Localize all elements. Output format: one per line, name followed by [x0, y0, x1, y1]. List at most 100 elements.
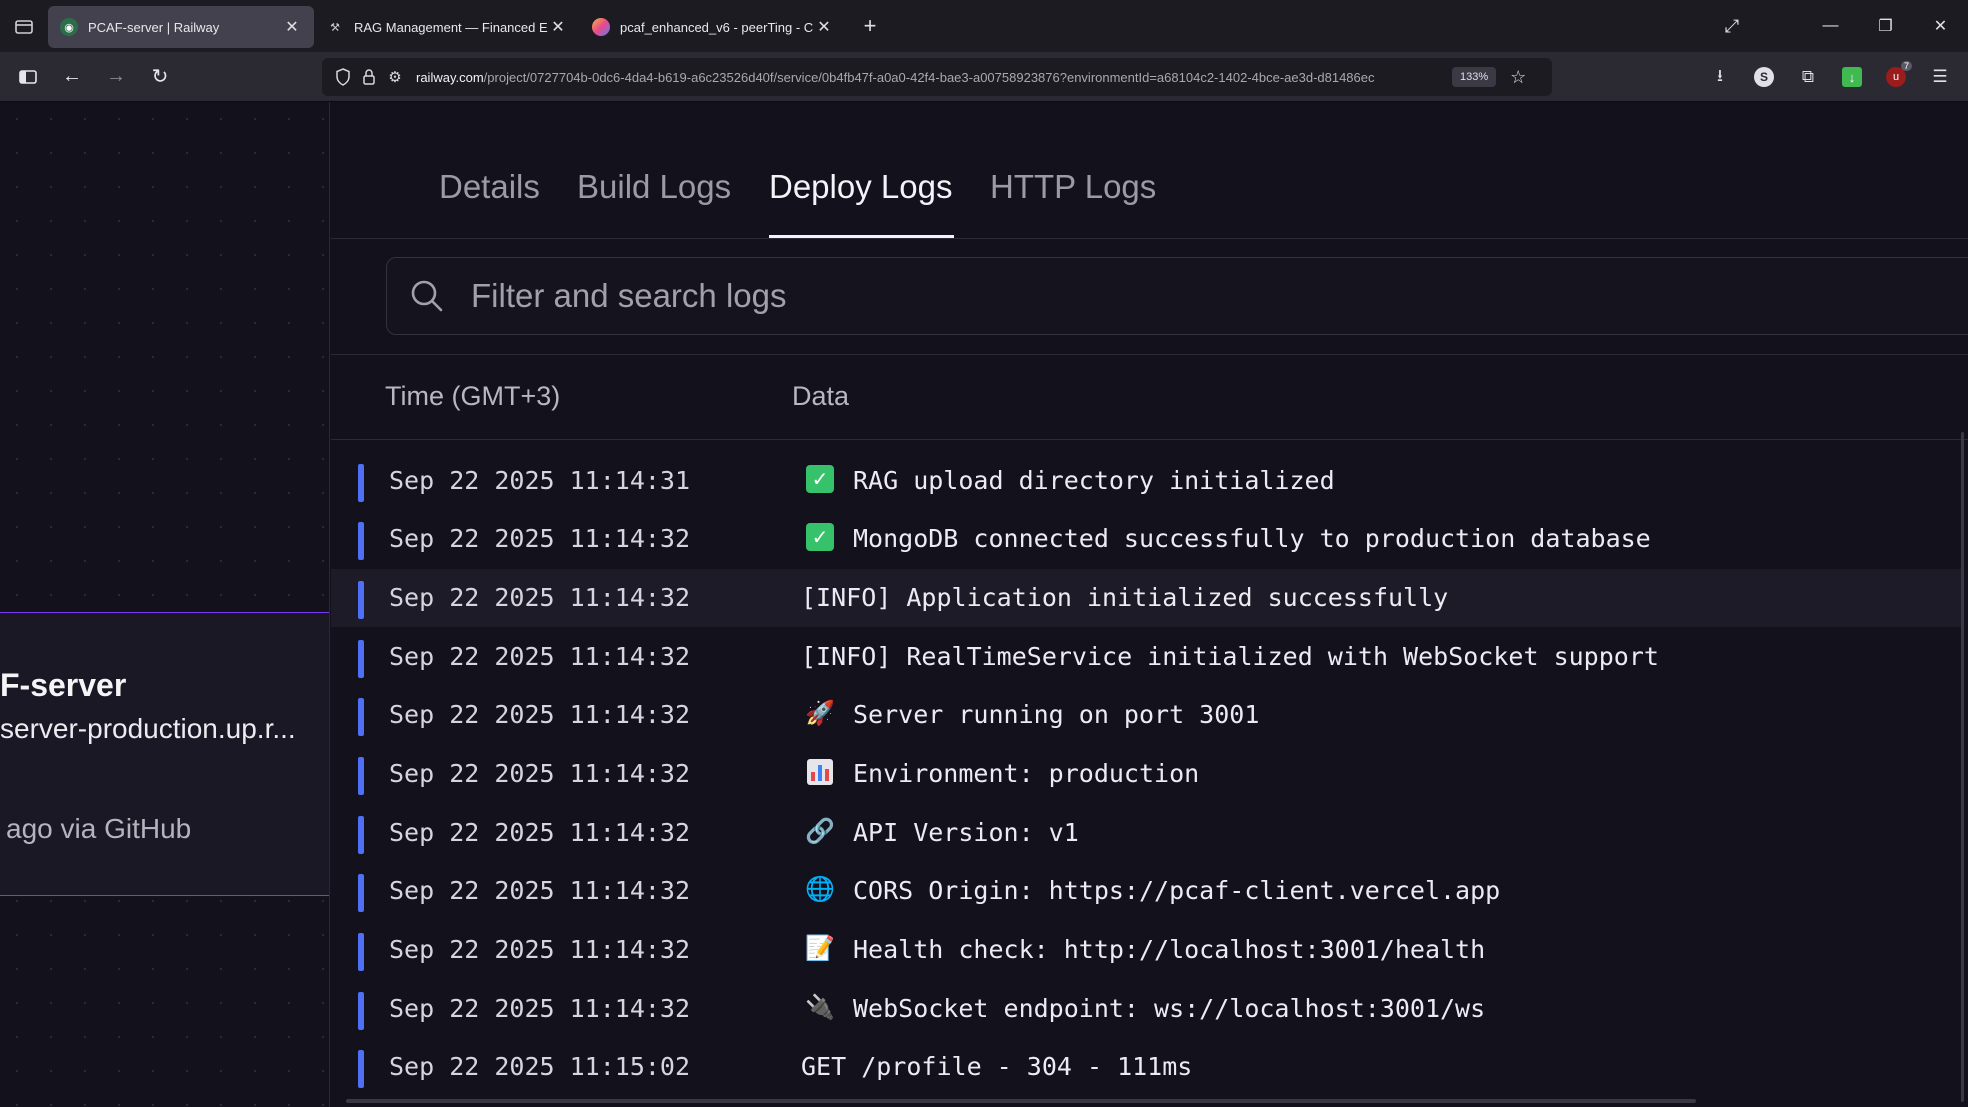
- log-row[interactable]: Sep 22 2025 11:14:32 📝 Health check: htt…: [331, 921, 1963, 979]
- log-level-bar: [358, 933, 364, 971]
- log-timestamp: Sep 22 2025 11:14:32: [389, 818, 691, 847]
- log-level-bar: [358, 581, 364, 619]
- browser-tab-pcaf-server[interactable]: ◉ PCAF-server | Railway ✕: [48, 6, 314, 48]
- deploy-info: ago via GitHub: [6, 813, 192, 844]
- download-icon[interactable]: ⭳: [1702, 59, 1738, 95]
- bar-chart-icon: [805, 755, 835, 789]
- account-icon[interactable]: S: [1746, 59, 1782, 95]
- column-header-time: Time (GMT+3): [385, 381, 561, 411]
- shield-icon[interactable]: [330, 68, 356, 86]
- log-timestamp: Sep 22 2025 11:14:32: [389, 935, 691, 964]
- window-controls: — ❐ ✕: [1803, 0, 1968, 52]
- bookmark-star-icon[interactable]: ☆: [1510, 67, 1526, 88]
- permissions-icon[interactable]: ⚙: [382, 68, 408, 86]
- log-row[interactable]: Sep 22 2025 11:14:31 ✓ RAG upload direct…: [331, 452, 1963, 510]
- zoom-level-badge[interactable]: 133%: [1452, 67, 1497, 87]
- search-icon: [409, 278, 445, 314]
- extensions-icon[interactable]: ⧉: [1790, 59, 1826, 95]
- rocket-icon: 🚀: [805, 699, 835, 727]
- log-level-bar: [358, 464, 364, 502]
- log-timestamp: Sep 22 2025 11:15:02: [389, 1052, 691, 1081]
- new-tab-button[interactable]: +: [852, 8, 888, 44]
- url-text[interactable]: railway.com/project/0727704b-0dc6-4da4-b…: [416, 70, 1446, 85]
- back-button[interactable]: ←: [52, 59, 92, 95]
- close-icon[interactable]: ✕: [282, 17, 302, 37]
- browser-tab-strip: ◉ PCAF-server | Railway ✕ ⚒ RAG Manageme…: [0, 0, 1968, 52]
- log-row[interactable]: Sep 22 2025 11:14:32 🚀 Server running on…: [331, 686, 1963, 744]
- column-header-data: Data: [792, 381, 850, 411]
- log-message: WebSocket endpoint: ws://localhost:3001/…: [853, 994, 1486, 1023]
- log-message: RAG upload directory initialized: [853, 466, 1335, 495]
- log-message: MongoDB connected successfully to produc…: [853, 524, 1651, 553]
- forward-button[interactable]: →: [96, 59, 136, 95]
- log-row[interactable]: Sep 22 2025 11:14:32 ✓ MongoDB connected…: [331, 510, 1963, 568]
- browser-tab-pcaf-enhanced[interactable]: pcaf_enhanced_v6 - peerTing - Chron ✕: [580, 6, 846, 48]
- log-timestamp: Sep 22 2025 11:14:32: [389, 700, 691, 729]
- tab-list-icon[interactable]: [0, 0, 48, 52]
- lock-icon[interactable]: [356, 68, 382, 86]
- log-level-bar: [358, 640, 364, 678]
- green-download-extension-icon[interactable]: ↓: [1834, 59, 1870, 95]
- railway-favicon-icon: ◉: [60, 18, 78, 36]
- reload-button[interactable]: ↻: [140, 59, 180, 95]
- ublock-extension-icon[interactable]: u7: [1878, 59, 1914, 95]
- service-url[interactable]: server-production.up.r...: [0, 713, 296, 745]
- log-level-bar: [358, 874, 364, 912]
- service-name: F-server: [0, 667, 127, 703]
- restore-button[interactable]: ❐: [1858, 0, 1913, 52]
- log-list[interactable]: Sep 22 2025 11:14:31 ✓ RAG upload direct…: [331, 440, 1968, 1100]
- extension-badge-count: 7: [1900, 61, 1912, 71]
- tab-deploy-logs[interactable]: Deploy Logs: [769, 168, 952, 206]
- log-timestamp: Sep 22 2025 11:14:32: [389, 583, 691, 612]
- minimize-button[interactable]: —: [1803, 0, 1858, 52]
- sidebar-toggle-icon[interactable]: [8, 59, 48, 95]
- link-icon: 🔗: [805, 817, 835, 845]
- tab-details[interactable]: Details: [439, 168, 540, 206]
- log-timestamp: Sep 22 2025 11:14:31: [389, 466, 691, 495]
- active-tab-indicator: [769, 235, 954, 238]
- log-level-bar: [358, 1050, 364, 1088]
- log-message: CORS Origin: https://pcaf-client.vercel.…: [853, 876, 1501, 905]
- log-level-bar: [358, 757, 364, 795]
- url-host: railway.com: [416, 69, 484, 85]
- log-row[interactable]: Sep 22 2025 11:14:32 🔗 API Version: v1: [331, 804, 1963, 862]
- log-table-header: Time (GMT+3) Data: [331, 354, 1968, 440]
- close-icon[interactable]: ✕: [548, 17, 568, 37]
- log-level-bar: [358, 992, 364, 1030]
- toolbar-right: ⭳ S ⧉ ↓ u7 ☰: [1702, 58, 1958, 96]
- log-row[interactable]: Sep 22 2025 11:14:32 Environment: produc…: [331, 745, 1963, 803]
- tab-title: pcaf_enhanced_v6 - peerTing - Chron: [620, 19, 814, 35]
- horizontal-scrollbar[interactable]: [346, 1099, 1696, 1103]
- check-icon: ✓: [805, 462, 835, 496]
- log-row[interactable]: Sep 22 2025 11:14:32 🔌 WebSocket endpoin…: [331, 980, 1963, 1038]
- browser-tab-rag-management[interactable]: ⚒ RAG Management — Financed Emissi ✕: [314, 6, 580, 48]
- tab-title: PCAF-server | Railway: [88, 19, 220, 35]
- tab-build-logs[interactable]: Build Logs: [577, 168, 731, 206]
- close-icon[interactable]: ✕: [814, 17, 834, 37]
- log-message: Environment: production: [853, 759, 1200, 788]
- log-row[interactable]: Sep 22 2025 11:15:02 GET /profile - 304 …: [331, 1038, 1963, 1096]
- url-path: /project/0727704b-0dc6-4da4-b619-a6c2352…: [483, 69, 1375, 85]
- search-input[interactable]: [471, 274, 1871, 318]
- log-timestamp: Sep 22 2025 11:14:32: [389, 642, 691, 671]
- log-row[interactable]: Sep 22 2025 11:14:32 [INFO] RealTimeServ…: [331, 628, 1963, 686]
- log-search-box[interactable]: [386, 257, 1968, 335]
- menu-icon[interactable]: ☰: [1922, 59, 1958, 95]
- url-bar[interactable]: ⚙ railway.com/project/0727704b-0dc6-4da4…: [322, 58, 1552, 96]
- log-message: GET /profile - 304 - 111ms: [801, 1052, 1193, 1081]
- fullscreen-icon[interactable]: ⤢: [1718, 12, 1746, 40]
- log-row[interactable]: Sep 22 2025 11:14:32 🌐 CORS Origin: http…: [331, 862, 1963, 920]
- plug-icon: 🔌: [805, 993, 835, 1021]
- tab-http-logs[interactable]: HTTP Logs: [990, 168, 1156, 206]
- tab-title: RAG Management — Financed Emissi: [354, 19, 548, 35]
- tools-favicon-icon: ⚒: [330, 21, 340, 34]
- project-canvas[interactable]: F-server server-production.up.r... ago v…: [0, 102, 330, 1107]
- close-window-button[interactable]: ✕: [1913, 0, 1968, 52]
- log-timestamp: Sep 22 2025 11:14:32: [389, 524, 691, 553]
- log-level-bar: [358, 816, 364, 854]
- log-level-bar: [358, 522, 364, 560]
- service-card[interactable]: F-server server-production.up.r... ago v…: [0, 612, 329, 896]
- vertical-scrollbar[interactable]: [1961, 432, 1964, 1102]
- log-message: [INFO] Application initialized successfu…: [801, 583, 1449, 612]
- log-row[interactable]: Sep 22 2025 11:14:32 [INFO] Application …: [331, 569, 1963, 627]
